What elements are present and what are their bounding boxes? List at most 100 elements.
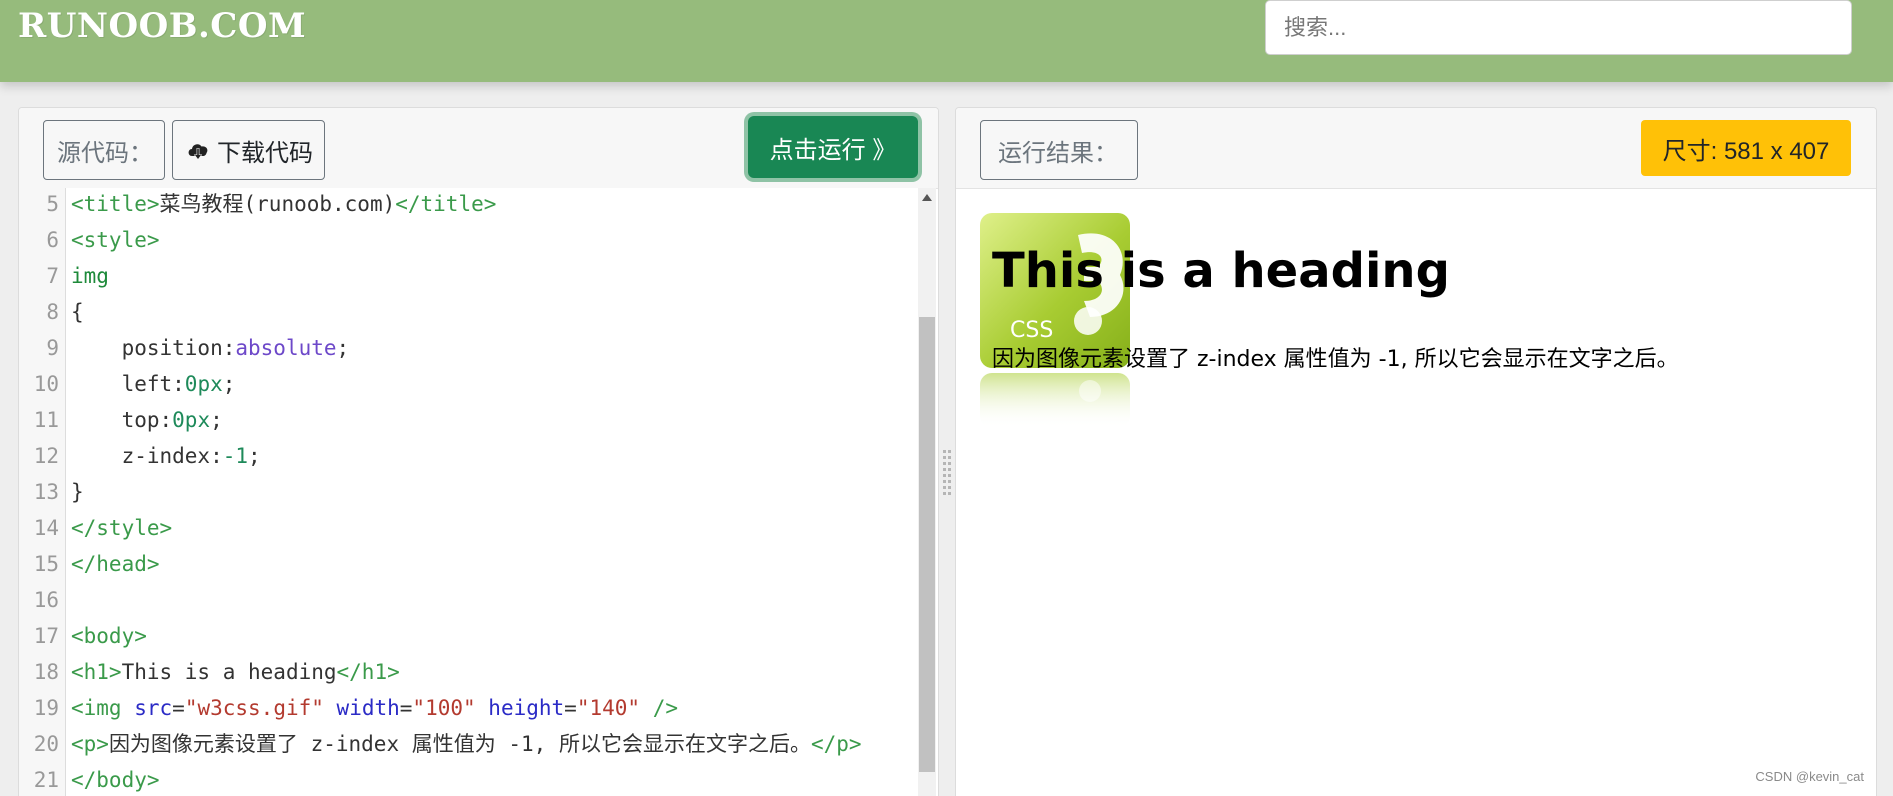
code-token: -1 xyxy=(222,444,249,468)
line-number: 10 xyxy=(33,372,59,396)
code-token: "140" xyxy=(576,696,641,720)
line-code: <p>因为图像元素设置了 z-index 属性值为 -1, 所以它会显示在文字之… xyxy=(71,726,862,762)
result-panel-header: 运行结果： 尺寸: 581 x 407 xyxy=(956,108,1876,189)
run-code-button[interactable]: 点击运行 》 xyxy=(748,116,918,178)
line-code: <title>菜鸟教程(runoob.com)</title> xyxy=(71,188,496,222)
code-token: top: xyxy=(71,408,173,432)
code-token: ; xyxy=(248,444,261,468)
source-code-label: 源代码： xyxy=(43,120,165,180)
download-code-button[interactable]: 下载代码 xyxy=(172,120,325,180)
search-input[interactable] xyxy=(1265,0,1852,55)
line-number: 21 xyxy=(33,768,59,792)
line-code: top:0px; xyxy=(71,402,223,438)
code-token: </h1> xyxy=(336,660,400,684)
line-number: 16 xyxy=(33,588,59,612)
download-code-label: 下载代码 xyxy=(217,139,313,167)
code-token: = xyxy=(172,696,185,720)
line-number: 6 xyxy=(46,228,59,252)
css-image-text: CSS xyxy=(1010,318,1053,343)
code-token: ; xyxy=(336,336,350,360)
line-number: 9 xyxy=(46,336,59,360)
line-code: } xyxy=(71,474,84,510)
code-token: 菜鸟教程(runoob.com) xyxy=(159,192,396,216)
line-number: 19 xyxy=(33,696,59,720)
code-token: 因为图像元素设置了 z-index 属性值为 -1, 所以它会显示在文字之后。 xyxy=(108,732,811,756)
csdn-watermark: CSDN @kevin_cat xyxy=(1755,769,1864,784)
code-token: </body> xyxy=(71,768,160,792)
code-token: { xyxy=(71,300,84,324)
line-number: 7 xyxy=(46,264,59,288)
line-code: <img src="w3css.gif" width="100" height=… xyxy=(71,690,678,726)
result-panel: 运行结果： 尺寸: 581 x 407 CSS This is a headin… xyxy=(955,107,1877,796)
code-token: height xyxy=(488,696,565,720)
line-number: 14 xyxy=(33,516,59,540)
code-token: </p> xyxy=(810,732,862,756)
code-token: } xyxy=(71,480,84,504)
scroll-up-arrow-icon[interactable] xyxy=(922,194,932,201)
line-number: 18 xyxy=(33,660,59,684)
code-token: left: xyxy=(71,372,185,396)
line-code: <h1>This is a heading</h1> xyxy=(71,654,400,690)
code-token: <img xyxy=(71,696,135,720)
code-token: <p> xyxy=(71,732,109,756)
code-token: "w3css.gif" xyxy=(184,696,324,720)
line-code: z-index:-1; xyxy=(71,438,261,474)
code-token: ; xyxy=(222,372,236,396)
line-code: <body> xyxy=(71,618,147,654)
source-code-panel: 源代码： 下载代码 点击运行 》 5 <title>菜鸟教程(runoob.com… xyxy=(18,107,939,796)
line-number: 20 xyxy=(33,732,59,756)
code-token: <body> xyxy=(71,624,147,648)
cloud-download-icon xyxy=(188,144,208,160)
code-token: This is a heading xyxy=(121,660,337,684)
scrollbar-thumb[interactable] xyxy=(919,317,935,772)
code-token: 0px xyxy=(172,408,211,432)
line-number: 15 xyxy=(33,552,59,576)
code-token: absolute xyxy=(235,336,337,360)
code-token: ; xyxy=(210,408,223,432)
code-token: position: xyxy=(71,336,236,360)
code-token: "100" xyxy=(412,696,476,720)
code-token: width xyxy=(336,696,400,720)
code-token: </head> xyxy=(71,552,160,576)
editor-scrollbar[interactable] xyxy=(918,188,936,796)
line-code: left:0px; xyxy=(71,366,236,402)
line-number: 12 xyxy=(33,444,59,468)
result-preview: CSS This is a heading 因为图像元素设置了 z-index … xyxy=(956,188,1876,796)
result-paragraph: 因为图像元素设置了 z-index 属性值为 -1, 所以它会显示在文字之后。 xyxy=(992,347,1679,372)
line-code: { xyxy=(71,294,84,330)
code-editor[interactable]: 5 <title>菜鸟教程(runoob.com)</title> 6 <style>… xyxy=(19,188,936,796)
size-badge: 尺寸: 581 x 407 xyxy=(1641,120,1851,176)
line-number: 11 xyxy=(33,408,59,432)
line-number: 17 xyxy=(33,624,59,648)
line-number: 13 xyxy=(33,480,59,504)
line-code: </head> xyxy=(71,546,160,582)
code-token: = xyxy=(399,696,413,720)
code-token: </title> xyxy=(395,192,497,216)
site-logo[interactable]: RUNOOB.COM xyxy=(18,6,306,46)
code-token: <h1> xyxy=(71,660,122,684)
code-token: <title> xyxy=(71,192,160,216)
code-token: 0px xyxy=(184,372,223,396)
panel-resize-handle[interactable] xyxy=(942,450,952,500)
line-code: <style> xyxy=(71,222,160,258)
line-code: position:absolute; xyxy=(71,330,350,366)
top-header: RUNOOB.COM xyxy=(0,0,1893,82)
code-token: <style> xyxy=(71,228,160,252)
line-number: 5 xyxy=(46,192,59,216)
code-token: src xyxy=(134,696,173,720)
run-result-label: 运行结果： xyxy=(980,120,1138,180)
line-code: img xyxy=(71,258,109,294)
code-token: /> xyxy=(652,696,678,720)
line-code: </body> xyxy=(71,762,160,796)
result-heading: This is a heading xyxy=(992,243,1450,299)
code-token: </style> xyxy=(71,516,173,540)
code-token: img xyxy=(71,264,109,288)
code-token: z-index: xyxy=(71,444,223,468)
line-code: </style> xyxy=(71,510,172,546)
code-token: = xyxy=(564,696,577,720)
source-panel-header: 源代码： 下载代码 点击运行 》 xyxy=(19,108,938,189)
line-number: 8 xyxy=(46,300,59,324)
